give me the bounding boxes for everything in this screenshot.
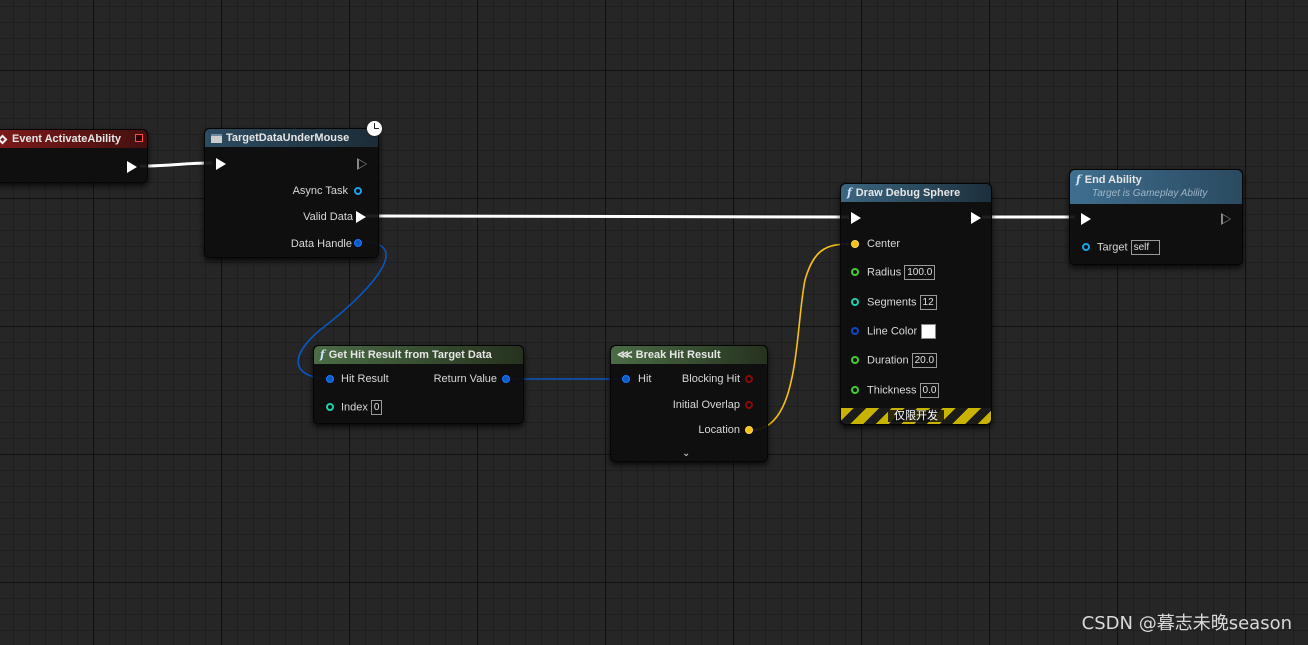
pin-label: Blocking Hit xyxy=(681,373,740,385)
pin-label: Data Handle xyxy=(290,238,352,250)
pin-label: Valid Data xyxy=(303,211,353,223)
line-color-row: Line Color xyxy=(867,324,937,339)
duration-row: Duration 20.0 xyxy=(867,353,938,368)
segments-row: Segments 12 xyxy=(867,295,937,310)
expand-chevron-icon[interactable]: ⌄ xyxy=(682,448,690,459)
async-task-pin[interactable] xyxy=(354,187,362,195)
hit-result-pin[interactable] xyxy=(326,375,334,383)
exec-out-pin[interactable] xyxy=(357,158,367,170)
target-data-under-mouse-node[interactable]: TargetDataUnderMouse Async Task Valid Da… xyxy=(204,128,379,258)
valid-data-row: Valid Data xyxy=(303,210,353,224)
pin-label: Initial Overlap xyxy=(672,399,740,411)
return-value-row: Return Value xyxy=(434,372,497,386)
end-ability-node[interactable]: f End Ability Target is Gameplay Ability … xyxy=(1069,169,1243,265)
exec-out-pin[interactable] xyxy=(1221,213,1231,225)
get-hit-result-node[interactable]: f Get Hit Result from Target Data Hit Res… xyxy=(313,345,524,424)
dev-only-label: 仅限开发 xyxy=(888,410,944,422)
radius-row: Radius 100.0 xyxy=(867,265,936,280)
segments-input[interactable]: 12 xyxy=(919,295,937,310)
watermark: CSDN @暮志未晚season xyxy=(1081,613,1292,634)
thickness-row: Thickness 0.0 xyxy=(867,383,940,398)
duration-pin[interactable] xyxy=(851,356,859,364)
wire-canvas xyxy=(139,161,1075,431)
node-title: Get Hit Result from Target Data xyxy=(328,349,492,361)
return-value-pin[interactable] xyxy=(502,375,510,383)
index-input[interactable]: 0 xyxy=(370,400,383,415)
target-input[interactable]: self xyxy=(1130,240,1161,255)
node-header[interactable]: Event ActivateAbility xyxy=(0,130,147,148)
delegate-pin-icon[interactable] xyxy=(135,134,143,142)
exec-in-pin[interactable] xyxy=(851,212,861,224)
pin-label: Location xyxy=(698,424,740,436)
data-handle-pin[interactable] xyxy=(354,239,362,247)
pin-label: Return Value xyxy=(433,373,497,385)
valid-data-pin[interactable] xyxy=(356,211,366,223)
pin-label: Radius xyxy=(867,266,902,279)
index-row: Index 0 xyxy=(341,400,383,415)
index-pin[interactable] xyxy=(326,403,334,411)
thickness-input[interactable]: 0.0 xyxy=(919,383,940,398)
pin-label: Hit xyxy=(638,373,652,385)
node-title: End Ability xyxy=(1084,174,1142,186)
target-row: Target self xyxy=(1097,240,1161,255)
pin-label: Thickness xyxy=(867,384,917,397)
thickness-pin[interactable] xyxy=(851,386,859,394)
exec-out-pin[interactable] xyxy=(971,212,981,224)
pin-label: Target xyxy=(1097,241,1128,254)
exec-wire-validdata-to-drawsphere xyxy=(365,214,850,219)
node-header[interactable]: f Get Hit Result from Target Data xyxy=(314,346,523,364)
pin-label: Line Color xyxy=(867,325,918,338)
event-icon xyxy=(0,134,8,145)
draw-debug-sphere-node[interactable]: f Draw Debug Sphere Center Radius 100.0 Se… xyxy=(840,183,992,425)
node-title: Draw Debug Sphere xyxy=(855,187,961,199)
initial-overlap-row: Initial Overlap xyxy=(673,398,740,412)
initial-overlap-pin[interactable] xyxy=(745,401,753,409)
break-struct-icon: ⋘ xyxy=(617,349,633,361)
break-hit-result-node[interactable]: ⋘ Break Hit Result Hit Blocking Hit Initi… xyxy=(610,345,768,462)
pin-label: Hit Result xyxy=(341,373,389,385)
exec-out-pin[interactable] xyxy=(127,161,137,173)
blocking-hit-row: Blocking Hit xyxy=(682,372,740,386)
node-header[interactable]: f End Ability Target is Gameplay Ability xyxy=(1070,170,1242,204)
hit-pin[interactable] xyxy=(622,375,630,383)
pin-label: Duration xyxy=(867,354,909,367)
location-row: Location xyxy=(698,423,740,437)
exec-in-pin[interactable] xyxy=(216,158,226,170)
async-task-icon xyxy=(211,133,222,143)
blocking-hit-pin[interactable] xyxy=(745,375,753,383)
pin-label: Segments xyxy=(867,296,917,309)
node-title: Event ActivateAbility xyxy=(12,133,122,145)
hit-row: Hit xyxy=(638,372,651,386)
target-pin[interactable] xyxy=(1082,243,1090,251)
radius-pin[interactable] xyxy=(851,268,859,276)
center-row: Center xyxy=(867,237,900,251)
line-color-pin[interactable] xyxy=(851,327,859,335)
node-header[interactable]: f Draw Debug Sphere xyxy=(841,184,991,202)
node-header[interactable]: ⋘ Break Hit Result xyxy=(611,346,767,364)
node-title: TargetDataUnderMouse xyxy=(226,132,350,144)
line-color-swatch[interactable] xyxy=(921,324,937,339)
function-icon: f xyxy=(847,186,852,199)
node-title: Break Hit Result xyxy=(635,349,721,361)
async-task-row: Async Task xyxy=(293,184,348,198)
segments-pin[interactable] xyxy=(851,298,859,306)
event-activate-ability-node[interactable]: Event ActivateAbility xyxy=(0,129,148,183)
duration-input[interactable]: 20.0 xyxy=(911,353,938,368)
hit-result-row: Hit Result xyxy=(341,372,389,386)
function-icon: f xyxy=(1076,173,1081,186)
latent-clock-icon xyxy=(366,120,383,137)
function-icon: f xyxy=(320,348,325,361)
exec-wire-event-to-targetdata xyxy=(139,161,213,168)
pin-label: Center xyxy=(867,238,901,250)
location-pin[interactable] xyxy=(745,426,753,434)
pin-label: Async Task xyxy=(292,185,348,197)
exec-in-pin[interactable] xyxy=(1081,213,1091,225)
pin-label: Index xyxy=(341,401,368,414)
data-handle-row: Data Handle xyxy=(291,237,352,251)
center-pin[interactable] xyxy=(851,240,859,248)
radius-input[interactable]: 100.0 xyxy=(904,265,936,280)
development-only-banner: 仅限开发 xyxy=(841,408,991,424)
node-subtitle: Target is Gameplay Ability xyxy=(1092,188,1208,199)
node-header[interactable]: TargetDataUnderMouse xyxy=(205,129,378,147)
